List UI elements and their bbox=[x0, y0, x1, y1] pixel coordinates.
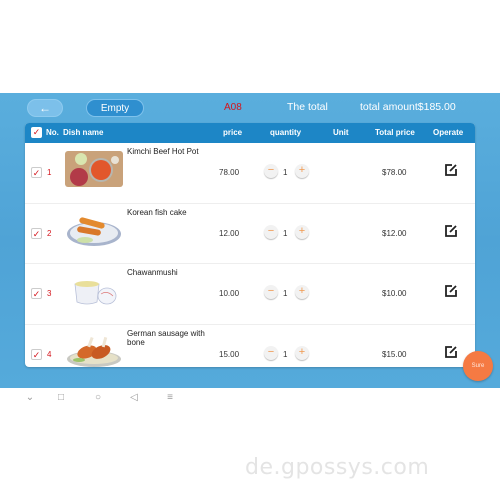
column-unit: Unit bbox=[333, 128, 349, 137]
total-amount: total amount$185.00 bbox=[360, 101, 456, 113]
android-nav-bar: ⌄ □ ○ ◁ ≡ bbox=[0, 388, 500, 408]
order-table: ✓ No. Dish name price quantity Unit Tota… bbox=[25, 123, 475, 367]
chevron-down-icon[interactable]: ⌄ bbox=[23, 391, 37, 405]
home-icon[interactable]: ○ bbox=[91, 391, 105, 405]
decrease-quantity-button[interactable]: − bbox=[264, 345, 278, 360]
quantity-value: 1 bbox=[283, 289, 288, 298]
recent-apps-icon[interactable]: □ bbox=[54, 391, 68, 405]
back-triangle-icon[interactable]: ◁ bbox=[127, 391, 141, 405]
table-row: ✓ 2 Korean fish cake 12.00 − 1 + $12.00 bbox=[25, 204, 475, 264]
arrow-left-icon: ← bbox=[39, 101, 51, 115]
quantity-value: 1 bbox=[283, 228, 288, 238]
unit-price: 78.00 bbox=[219, 168, 240, 177]
select-all-checkbox[interactable]: ✓ bbox=[31, 127, 42, 138]
unit-price: 15.00 bbox=[219, 349, 240, 359]
quantity-value: 1 bbox=[283, 168, 288, 177]
notification-pull-icon[interactable]: ≡ bbox=[163, 391, 177, 405]
watermark: de.gpossys.com bbox=[245, 455, 430, 480]
unit-price: 12.00 bbox=[219, 228, 240, 238]
column-total-price: Total price bbox=[375, 128, 415, 137]
row-total-price: $12.00 bbox=[382, 228, 407, 238]
edit-icon[interactable] bbox=[444, 224, 458, 238]
table-row: ✓ 3 Chawanmushi 10.00 − 1 + $10.00 bbox=[25, 264, 475, 325]
column-quantity: quantity bbox=[270, 128, 302, 137]
row-checkbox[interactable]: ✓ bbox=[31, 348, 42, 360]
row-number: 2 bbox=[47, 228, 52, 238]
german-sausage-photo bbox=[67, 336, 121, 367]
korean-fish-cake-photo bbox=[67, 216, 121, 246]
sure-button[interactable]: Sure bbox=[463, 351, 493, 381]
row-number: 1 bbox=[47, 168, 52, 177]
table-header: ✓ No. Dish name price quantity Unit Tota… bbox=[25, 123, 475, 143]
row-total-price: $15.00 bbox=[382, 349, 407, 359]
dish-name: German sausage with bone bbox=[127, 328, 205, 347]
edit-icon[interactable] bbox=[444, 284, 458, 298]
table-row: ✓ 4 German sausage with bone 15.00 − 1 +… bbox=[25, 325, 475, 368]
row-checkbox[interactable]: ✓ bbox=[31, 167, 42, 178]
unit-price: 10.00 bbox=[219, 289, 240, 298]
increase-quantity-button[interactable]: + bbox=[295, 164, 309, 178]
row-total-price: $10.00 bbox=[382, 289, 407, 298]
increase-quantity-button[interactable]: + bbox=[295, 345, 309, 360]
dish-name: Korean fish cake bbox=[127, 207, 187, 217]
dish-name: Kimchi Beef Hot Pot bbox=[127, 147, 199, 156]
total-label: The total bbox=[287, 101, 328, 113]
row-checkbox[interactable]: ✓ bbox=[31, 227, 42, 239]
row-number: 4 bbox=[47, 349, 52, 359]
dish-name: Chawanmushi bbox=[127, 268, 178, 277]
decrease-quantity-button[interactable]: − bbox=[264, 224, 278, 239]
column-price: price bbox=[223, 128, 243, 137]
edit-icon[interactable] bbox=[444, 163, 458, 177]
row-checkbox[interactable]: ✓ bbox=[31, 288, 42, 299]
empty-button[interactable]: Empty bbox=[86, 99, 144, 117]
order-screen: ← Empty A08 The total total amount$185.0… bbox=[0, 93, 500, 388]
kimchi-beef-hot-pot-photo bbox=[65, 151, 123, 187]
back-button[interactable]: ← bbox=[27, 99, 63, 117]
table-number: A08 bbox=[224, 102, 242, 113]
increase-quantity-button[interactable]: + bbox=[295, 224, 309, 239]
increase-quantity-button[interactable]: + bbox=[295, 285, 309, 299]
decrease-quantity-button[interactable]: − bbox=[264, 164, 278, 178]
column-no: No. bbox=[46, 128, 59, 137]
row-total-price: $78.00 bbox=[382, 168, 407, 177]
quantity-value: 1 bbox=[283, 349, 288, 359]
column-dish-name: Dish name bbox=[63, 128, 104, 137]
chawanmushi-photo bbox=[65, 272, 123, 308]
row-number: 3 bbox=[47, 289, 52, 298]
column-operate: Operate bbox=[433, 128, 464, 137]
decrease-quantity-button[interactable]: − bbox=[264, 285, 278, 299]
table-row: ✓ 1 Kimchi Beef Hot Pot 78.00 − 1 + $78.… bbox=[25, 143, 475, 204]
edit-icon[interactable] bbox=[444, 345, 458, 359]
